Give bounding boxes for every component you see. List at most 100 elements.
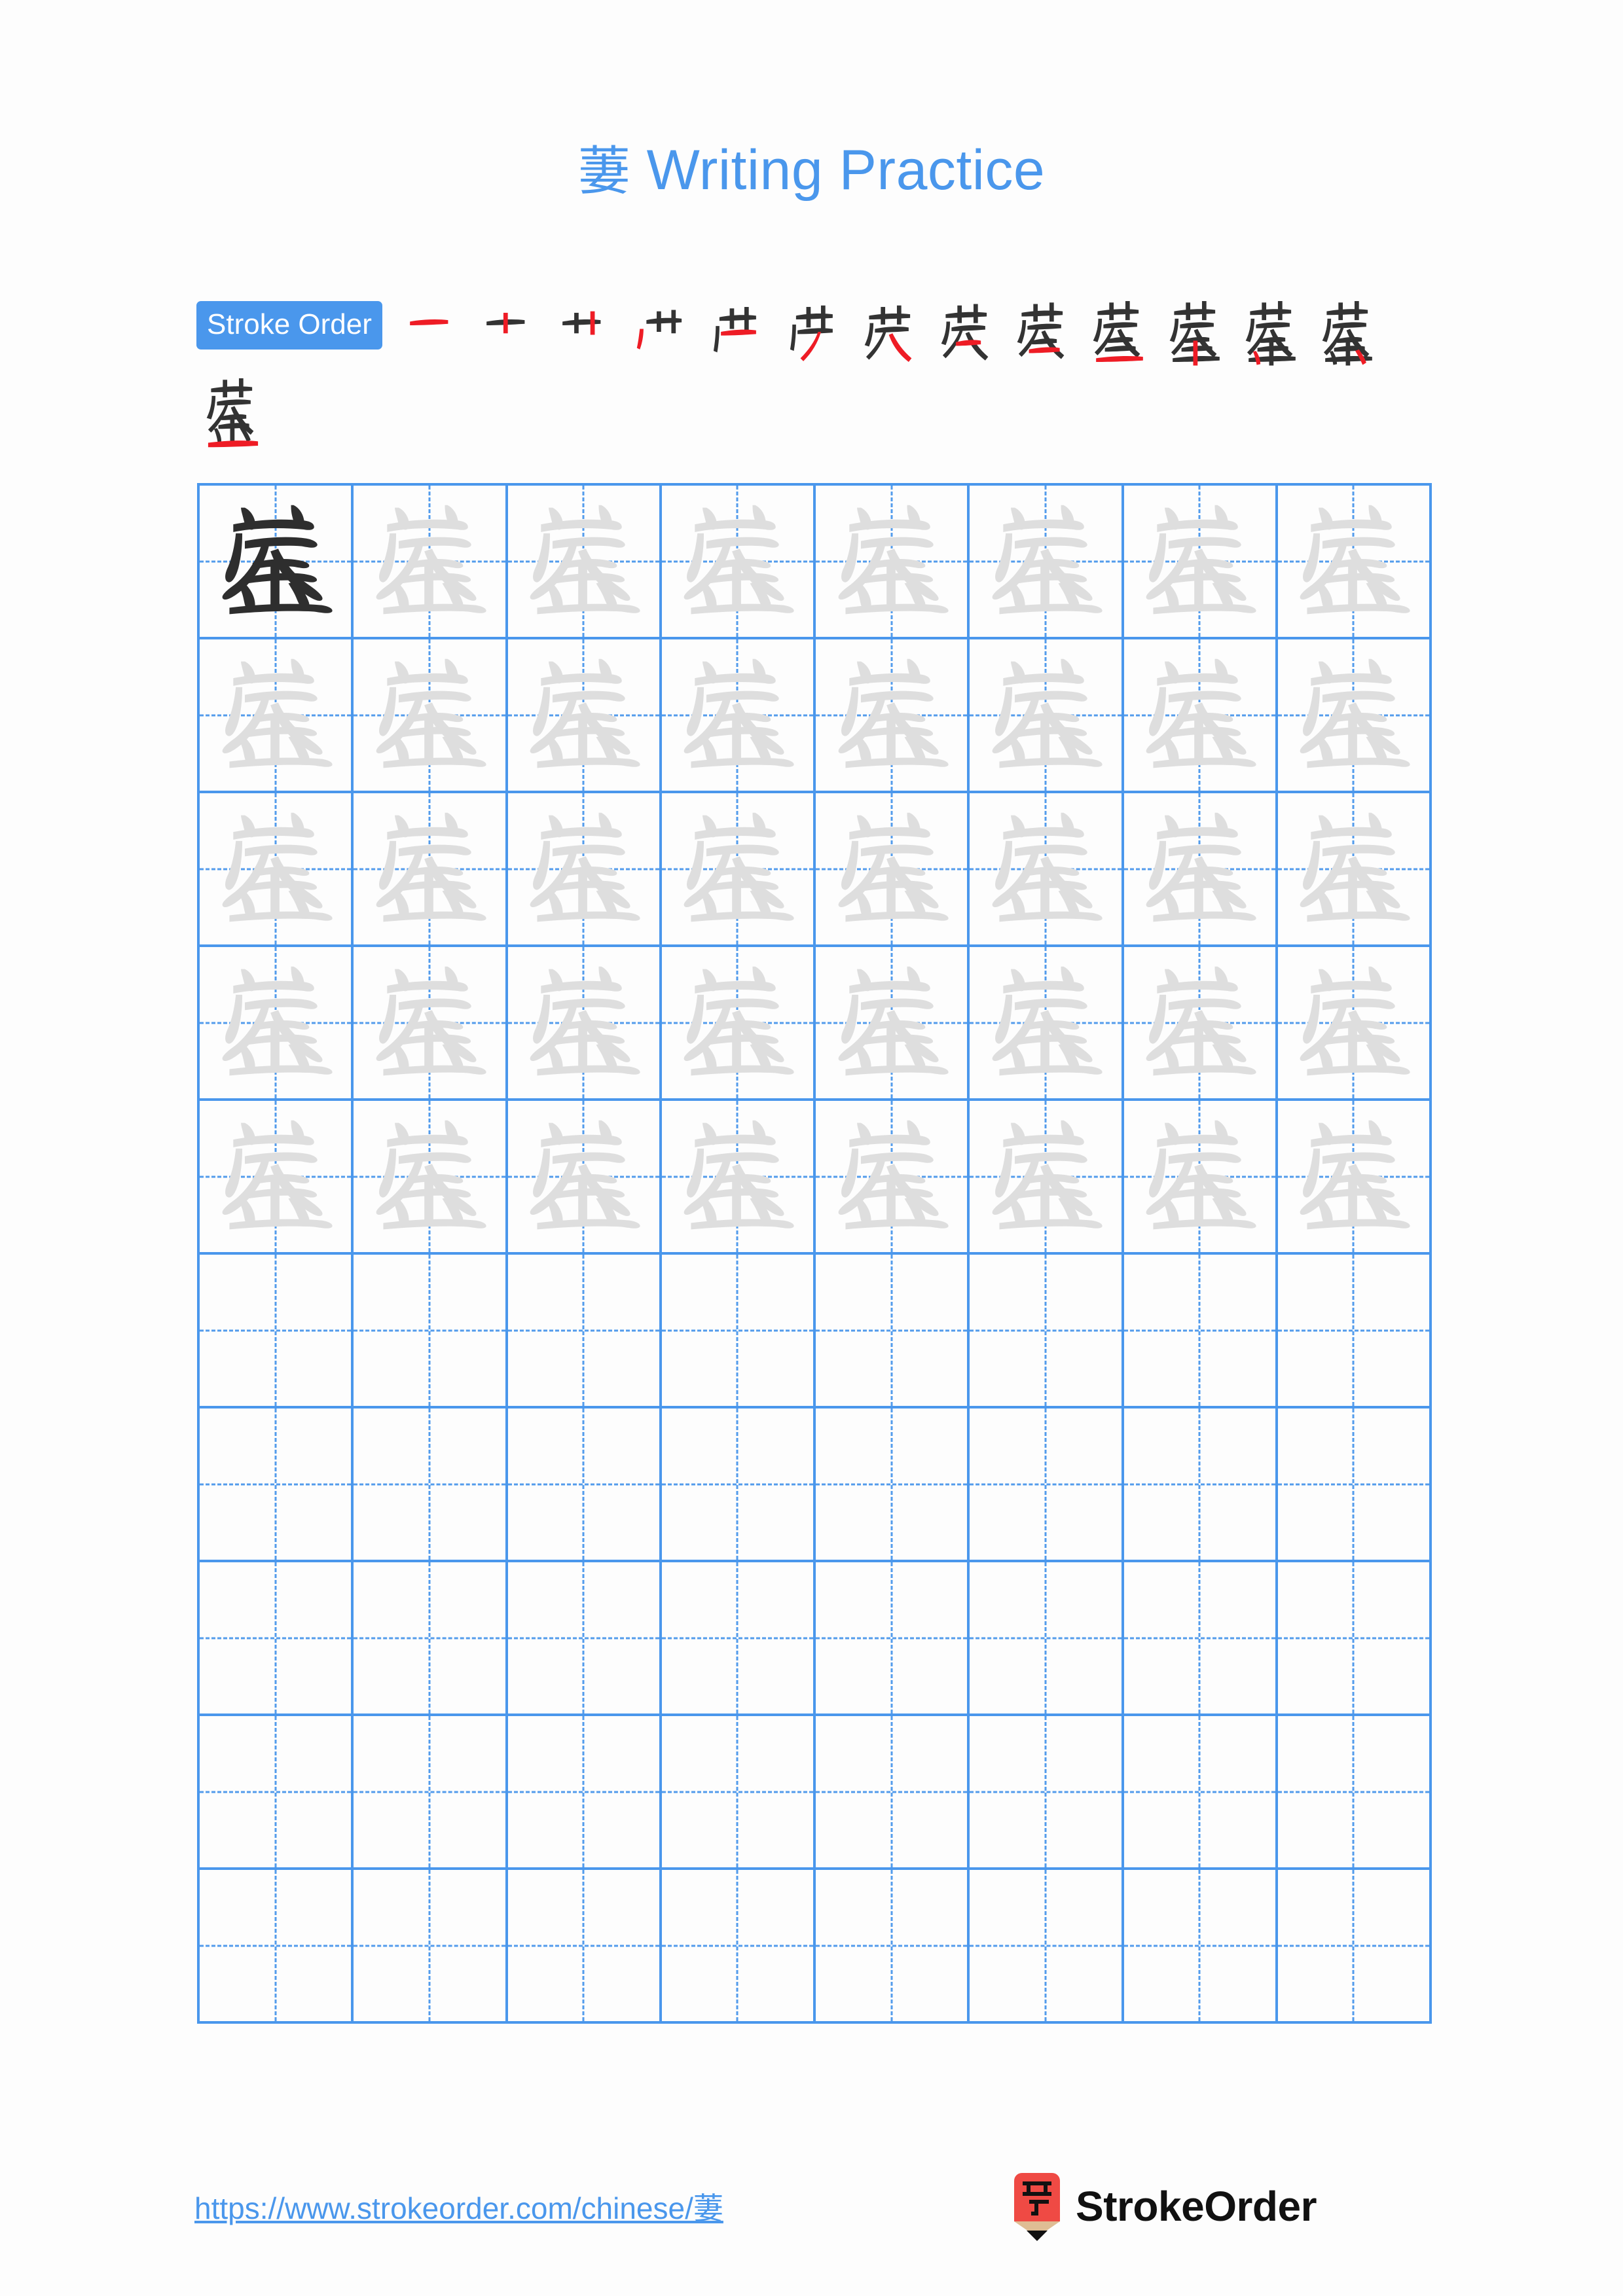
practice-cell-blank[interactable] (1123, 1716, 1278, 1870)
practice-cell-trace[interactable] (200, 639, 354, 793)
stroke-step-5 (702, 301, 775, 374)
practice-cell-trace[interactable] (507, 486, 662, 639)
practice-cell-blank[interactable] (1123, 1562, 1278, 1716)
practice-character (816, 947, 967, 1098)
stroke-step-13 (1312, 301, 1385, 374)
practice-cell-blank[interactable] (1277, 1870, 1432, 2024)
practice-cell-blank[interactable] (507, 1562, 662, 1716)
practice-cell-blank[interactable] (200, 1716, 354, 1870)
practice-cell-blank[interactable] (970, 1408, 1124, 1562)
practice-cell-trace[interactable] (354, 947, 508, 1101)
practice-character (816, 1101, 967, 1252)
practice-cell-blank[interactable] (507, 1870, 662, 2024)
practice-character (662, 1101, 813, 1252)
practice-cell-trace[interactable] (1277, 793, 1432, 947)
practice-cell-blank[interactable] (507, 1255, 662, 1408)
practice-cell-trace[interactable] (507, 793, 662, 947)
practice-cell-blank[interactable] (1123, 1408, 1278, 1562)
practice-cell-trace[interactable] (661, 486, 816, 639)
practice-grid-row (200, 1408, 1432, 1562)
practice-cell-blank[interactable] (816, 1562, 970, 1716)
practice-cell-blank[interactable] (970, 1716, 1124, 1870)
practice-cell-blank[interactable] (354, 1562, 508, 1716)
brand-lockup: StrokeOrder (1012, 2173, 1317, 2244)
practice-cell-trace[interactable] (200, 1101, 354, 1255)
stroke-step-12 (1235, 301, 1309, 374)
practice-cell-blank[interactable] (354, 1716, 508, 1870)
practice-cell-trace[interactable] (354, 793, 508, 947)
practice-character (1124, 947, 1275, 1098)
practice-cell-blank[interactable] (507, 1408, 662, 1562)
stroke-order-row-1: Stroke Order (196, 301, 1440, 374)
practice-cell-trace[interactable] (354, 639, 508, 793)
practice-cell-blank[interactable] (507, 1716, 662, 1870)
practice-cell-trace[interactable] (661, 639, 816, 793)
practice-cell-trace[interactable] (816, 1101, 970, 1255)
practice-cell-trace[interactable] (661, 793, 816, 947)
stroke-step-1 (397, 301, 470, 374)
practice-cell-trace[interactable] (1123, 793, 1278, 947)
source-url-link[interactable]: https://www.strokeorder.com/chinese/萋 (194, 2185, 723, 2228)
practice-cell-trace[interactable] (1277, 486, 1432, 639)
practice-cell-trace[interactable] (507, 639, 662, 793)
practice-cell-trace[interactable] (970, 793, 1124, 947)
practice-cell-blank[interactable] (661, 1408, 816, 1562)
practice-cell-blank[interactable] (1123, 1870, 1278, 2024)
practice-cell-trace[interactable] (970, 1101, 1124, 1255)
practice-character (1278, 947, 1429, 1098)
practice-character (662, 639, 813, 791)
stroke-step-14 (196, 378, 270, 452)
practice-cell-blank[interactable] (1277, 1408, 1432, 1562)
practice-cell-trace[interactable] (1277, 947, 1432, 1101)
practice-cell-model[interactable] (200, 486, 354, 639)
practice-cell-blank[interactable] (1277, 1562, 1432, 1716)
practice-cell-blank[interactable] (816, 1716, 970, 1870)
practice-cell-blank[interactable] (661, 1870, 816, 2024)
practice-cell-blank[interactable] (1277, 1255, 1432, 1408)
practice-cell-blank[interactable] (354, 1408, 508, 1562)
practice-character (1278, 1101, 1429, 1252)
practice-cell-trace[interactable] (661, 1101, 816, 1255)
practice-cell-trace[interactable] (970, 639, 1124, 793)
practice-cell-blank[interactable] (200, 1870, 354, 2024)
practice-cell-blank[interactable] (816, 1870, 970, 2024)
practice-cell-trace[interactable] (816, 639, 970, 793)
practice-cell-blank[interactable] (970, 1870, 1124, 2024)
practice-cell-trace[interactable] (1277, 639, 1432, 793)
practice-cell-trace[interactable] (970, 947, 1124, 1101)
practice-cell-blank[interactable] (816, 1255, 970, 1408)
practice-cell-blank[interactable] (354, 1255, 508, 1408)
practice-cell-trace[interactable] (1123, 1101, 1278, 1255)
practice-cell-blank[interactable] (816, 1408, 970, 1562)
practice-cell-trace[interactable] (816, 947, 970, 1101)
practice-cell-blank[interactable] (200, 1408, 354, 1562)
practice-cell-blank[interactable] (970, 1255, 1124, 1408)
practice-cell-trace[interactable] (354, 486, 508, 639)
stroke-step-11 (1159, 301, 1233, 374)
practice-cell-blank[interactable] (661, 1255, 816, 1408)
practice-character (970, 793, 1121, 944)
practice-grid-row (200, 1101, 1432, 1255)
practice-cell-blank[interactable] (661, 1562, 816, 1716)
practice-cell-blank[interactable] (1277, 1716, 1432, 1870)
practice-cell-trace[interactable] (1123, 947, 1278, 1101)
practice-cell-trace[interactable] (1123, 639, 1278, 793)
practice-cell-blank[interactable] (200, 1255, 354, 1408)
practice-cell-blank[interactable] (1123, 1255, 1278, 1408)
practice-cell-blank[interactable] (970, 1562, 1124, 1716)
practice-cell-trace[interactable] (1277, 1101, 1432, 1255)
practice-cell-trace[interactable] (816, 793, 970, 947)
practice-cell-trace[interactable] (354, 1101, 508, 1255)
practice-cell-trace[interactable] (1123, 486, 1278, 639)
practice-cell-blank[interactable] (354, 1870, 508, 2024)
practice-cell-blank[interactable] (661, 1716, 816, 1870)
practice-grid-row (200, 639, 1432, 793)
practice-cell-trace[interactable] (200, 947, 354, 1101)
practice-cell-trace[interactable] (507, 947, 662, 1101)
practice-cell-blank[interactable] (200, 1562, 354, 1716)
practice-cell-trace[interactable] (507, 1101, 662, 1255)
practice-cell-trace[interactable] (200, 793, 354, 947)
practice-cell-trace[interactable] (661, 947, 816, 1101)
practice-cell-trace[interactable] (816, 486, 970, 639)
practice-cell-trace[interactable] (970, 486, 1124, 639)
